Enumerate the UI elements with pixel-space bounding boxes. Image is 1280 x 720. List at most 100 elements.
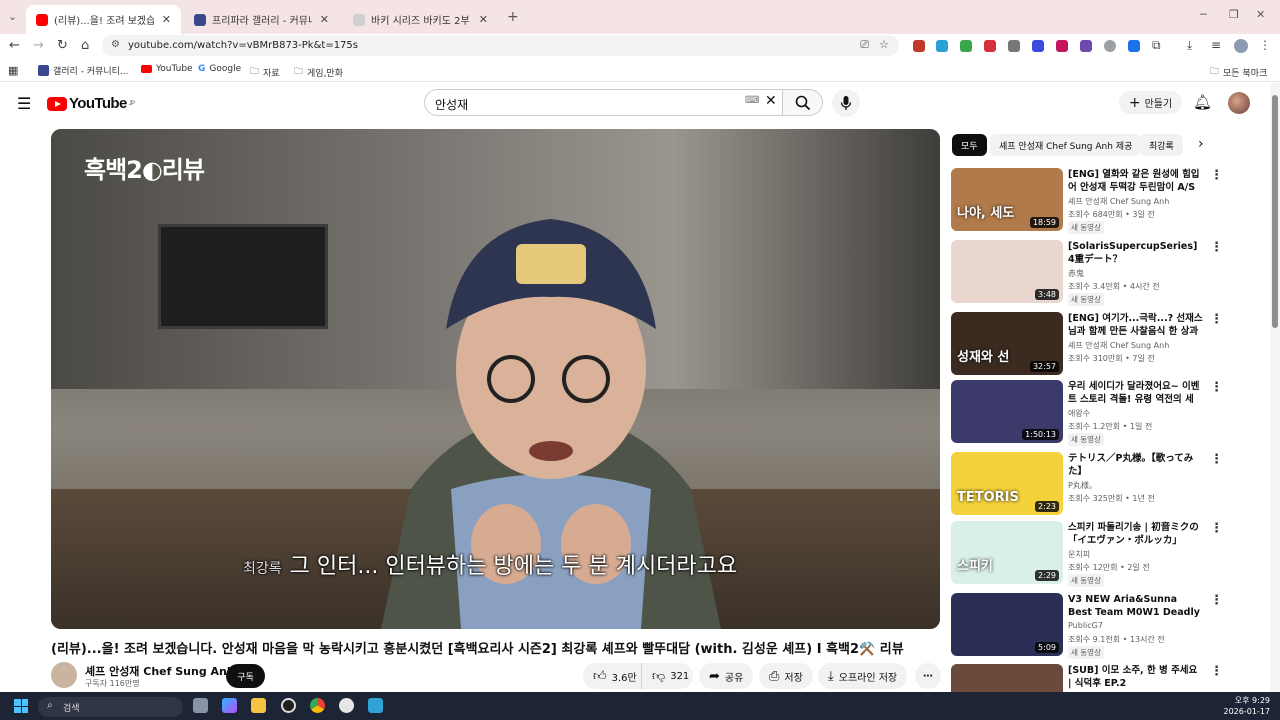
video-thumbnail[interactable]: TETORIS 2:23 <box>951 452 1063 515</box>
video-thumbnail[interactable]: 스피키 2:29 <box>951 521 1063 584</box>
video-thumbnail[interactable]: 1:50:13 <box>951 380 1063 443</box>
account-avatar[interactable] <box>1228 92 1250 114</box>
site-info-icon[interactable]: ⚙ <box>111 39 120 50</box>
forward-icon[interactable]: → <box>33 38 44 53</box>
video-title[interactable]: V3 NEW Aria&Sunna Best Team M0W1 Deadly … <box>1068 593 1203 619</box>
more-vertical-icon[interactable]: ⋮ <box>1210 380 1223 395</box>
video-title[interactable]: 스피키 파돌리기송 | 初音ミクの「イエヴァン・ポルッカ」 <box>1068 521 1203 547</box>
copilot-icon[interactable] <box>222 698 237 713</box>
app-icon[interactable] <box>281 698 296 713</box>
more-vertical-icon[interactable]: ⋮ <box>1210 168 1223 183</box>
reload-icon[interactable]: ↻ <box>57 38 68 53</box>
more-vertical-icon[interactable]: ⋮ <box>1210 593 1223 608</box>
app-icon[interactable] <box>368 698 383 713</box>
video-title[interactable]: 우리 세이디가 달라졌어요~ 이벤트 스토리 격돌! 유령 역전의 세상! ..… <box>1068 380 1203 406</box>
app-icon[interactable] <box>339 698 354 713</box>
channel-name[interactable]: 운치피 <box>1068 549 1090 560</box>
extension-icon[interactable] <box>1080 40 1092 52</box>
home-icon[interactable]: ⌂ <box>81 38 89 53</box>
keyboard-icon[interactable]: ⌨ <box>745 95 759 106</box>
chip-choi-kangrok[interactable]: 최강록 <box>1140 134 1183 156</box>
extension-icon[interactable] <box>1008 40 1020 52</box>
downloads-icon[interactable]: ⤓ <box>1187 38 1192 53</box>
bookmark-google[interactable]: G Google <box>198 64 241 74</box>
tab-prifara-gallery[interactable]: 프리파라 갤러리 - 커뮤니티 포 ✕ <box>184 5 339 34</box>
download-extension-icon[interactable] <box>1128 40 1140 52</box>
create-button[interactable]: + 만들기 <box>1119 91 1182 114</box>
extension-icon[interactable] <box>1104 40 1116 52</box>
more-vertical-icon[interactable]: ⋮ <box>1210 452 1223 467</box>
more-vertical-icon[interactable]: ⋮ <box>1210 664 1223 679</box>
video-thumbnail[interactable]: 나야, 세도 18:59 <box>951 168 1063 231</box>
extension-icon[interactable] <box>936 40 948 52</box>
media-controls-icon[interactable]: ≡ <box>1211 38 1221 52</box>
offline-save-button[interactable]: ⤓ 오프라인 저장 <box>818 663 908 689</box>
channel-name[interactable]: 셰프 안성재 Chef Sung Anh <box>85 663 235 679</box>
bookmark-folder-resources[interactable]: 🗀 자료 <box>250 64 280 80</box>
subscribe-button[interactable]: 구독 <box>226 664 265 688</box>
channel-name[interactable]: 셰프 안성재 Chef Sung Anh <box>1068 196 1169 207</box>
youtube-logo[interactable]: YouTube JP <box>47 95 135 112</box>
file-explorer-icon[interactable] <box>251 698 266 713</box>
search-input[interactable]: 안성재 ⌨ ✕ <box>424 89 783 116</box>
hamburger-menu-icon[interactable]: ☰ <box>17 94 31 113</box>
restore-icon[interactable]: ❐ <box>1229 8 1239 21</box>
recommended-video[interactable]: 5:09 V3 NEW Aria&Sunna Best Team M0W1 Dea… <box>951 593 1266 659</box>
video-title[interactable]: [ENG] 여기가...극락...? 선재스님과 함께 만든 사찰음식 한 상과… <box>1068 312 1203 338</box>
bookmark-youtube[interactable]: YouTube <box>141 64 193 74</box>
more-vertical-icon[interactable]: ⋮ <box>1210 240 1223 255</box>
recommended-video[interactable]: 나야, 세도 18:59 [ENG] 열화와 같은 원성에 힘입어 안성재 두떡강 … <box>951 168 1266 234</box>
video-title[interactable]: テトリス／P丸様。【歌ってみた】 <box>1068 452 1203 478</box>
clear-search-icon[interactable]: ✕ <box>765 93 777 109</box>
recommended-video[interactable]: 3:48 [SolarisSupercupSeries] 4重デート？ 赤鬼 조회수 … <box>951 240 1266 306</box>
recommended-video[interactable]: 1:50:13 우리 세이디가 달라졌어요~ 이벤트 스토리 격돌! 유령 역전의… <box>951 380 1266 446</box>
channel-avatar[interactable] <box>51 662 77 688</box>
search-button[interactable] <box>783 89 823 116</box>
more-actions-button[interactable]: ⋯ <box>915 663 941 689</box>
page-scrollbar[interactable] <box>1270 83 1280 692</box>
chip-channel[interactable]: 셰프 안성재 Chef Sung Anh 제공 <box>990 134 1142 156</box>
scrollbar-thumb[interactable] <box>1272 95 1278 328</box>
video-thumbnail[interactable]: 5:09 <box>951 593 1063 656</box>
extension-icon[interactable] <box>960 40 972 52</box>
chips-next-icon[interactable]: › <box>1198 136 1204 152</box>
tab-search-icon[interactable]: ⌄ <box>8 10 17 23</box>
close-tab-icon[interactable]: ✕ <box>479 13 488 26</box>
video-thumbnail[interactable]: 성재와 선 32:57 <box>951 312 1063 375</box>
close-tab-icon[interactable]: ✕ <box>162 13 171 26</box>
taskbar-clock[interactable]: 오후 9:29 2026-01-17 <box>1222 695 1271 717</box>
chrome-icon[interactable] <box>310 698 325 713</box>
channel-name[interactable]: 赤鬼 <box>1068 268 1084 279</box>
cast-icon[interactable]: ⎚ <box>860 38 869 52</box>
voice-search-button[interactable] <box>832 89 860 117</box>
chip-all[interactable]: 모두 <box>952 134 987 156</box>
profile-avatar[interactable] <box>1234 39 1248 53</box>
more-vertical-icon[interactable]: ⋮ <box>1210 312 1223 327</box>
windows-start-icon[interactable] <box>14 699 28 713</box>
minimize-icon[interactable]: ─ <box>1200 8 1207 21</box>
dislike-button[interactable]: 👎︎ 321 <box>641 663 693 689</box>
extension-icon[interactable] <box>1032 40 1044 52</box>
extension-icon[interactable] <box>1056 40 1068 52</box>
bookmark-gallery[interactable]: 갤러리 - 커뮤니티... <box>38 64 129 77</box>
save-button[interactable]: ⎙ 저장 <box>759 663 813 689</box>
share-button[interactable]: ➦ 공유 <box>699 663 754 689</box>
browser-menu-icon[interactable]: ⋮ <box>1259 38 1271 52</box>
recommended-video[interactable]: 성재와 선 32:57 [ENG] 여기가...극락...? 선재스님과 함께 만든… <box>951 312 1266 378</box>
more-vertical-icon[interactable]: ⋮ <box>1210 521 1223 536</box>
close-tab-icon[interactable]: ✕ <box>320 13 329 26</box>
task-view-icon[interactable] <box>193 698 208 713</box>
apps-grid-icon[interactable]: ▦ <box>8 64 18 77</box>
taskbar-search-input[interactable]: ⌕ 검색 <box>38 697 183 717</box>
close-window-icon[interactable]: ✕ <box>1256 8 1265 21</box>
bookmark-folder-games[interactable]: 🗀 게임,만화 <box>294 64 343 80</box>
channel-name[interactable]: 애왕수 <box>1068 408 1090 419</box>
tab-youtube[interactable]: (리뷰)...을! 조려 보겠습니다 ✕ <box>26 5 181 34</box>
bookmark-star-icon[interactable]: ☆ <box>879 38 889 51</box>
extensions-puzzle-icon[interactable]: ⧉ <box>1152 38 1161 53</box>
channel-name[interactable]: 셰프 안성재 Chef Sung Anh <box>1068 340 1169 351</box>
notifications-bell-icon[interactable]: 🔔︎ <box>1193 93 1212 111</box>
channel-name[interactable]: PublicG7 <box>1068 621 1103 630</box>
video-title[interactable]: [SolarisSupercupSeries] 4重デート？ <box>1068 240 1203 266</box>
extension-icon[interactable] <box>913 40 925 52</box>
